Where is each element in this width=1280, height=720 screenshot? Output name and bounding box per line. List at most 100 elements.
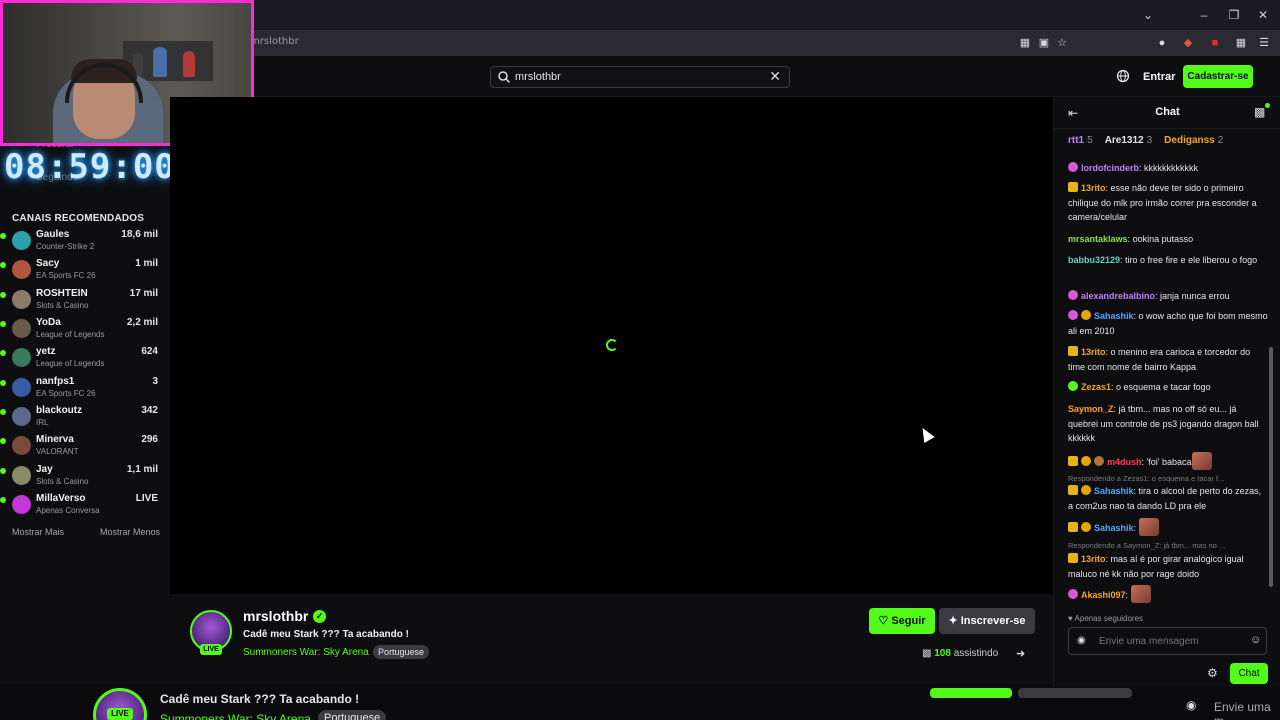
menu-icon[interactable]: ☰ <box>1256 35 1272 51</box>
verified-icon: ✓ <box>313 610 326 623</box>
extensions-puzzle-icon[interactable]: ▦ <box>1233 35 1249 51</box>
chat-message[interactable]: m4dush: 'foi' babaca <box>1068 452 1268 470</box>
channel-category: League of Legends <box>36 359 105 368</box>
account-icon[interactable]: ● <box>1154 35 1170 51</box>
chat-header: ⇤ Chat ▩ <box>1054 97 1280 129</box>
chat-username[interactable]: Zezas1 <box>1081 382 1111 392</box>
ghost-subscribe-button <box>1018 688 1132 698</box>
extension-shield-icon[interactable]: ■ <box>1207 35 1223 51</box>
chat-username[interactable]: Sahashik <box>1094 523 1134 533</box>
restore-icon[interactable]: ❐ <box>1226 7 1242 23</box>
globe-icon[interactable] <box>1116 69 1130 83</box>
follow-button[interactable]: ♡ Seguir <box>869 608 935 634</box>
sidebar-channel-item[interactable]: blackoutz IRL 342 <box>0 403 170 432</box>
gifter-entry[interactable]: Are1312 3 <box>1105 135 1158 146</box>
user-badge-icon <box>1068 162 1078 172</box>
chevron-down-icon[interactable]: ⌄ <box>1140 7 1156 23</box>
reader-icon[interactable]: ▣ <box>1036 35 1052 51</box>
channel-category: EA Sports FC 26 <box>36 271 96 280</box>
show-more-link[interactable]: Mostrar Mais <box>12 527 64 537</box>
chat-input-box[interactable]: ◉ ☺ <box>1068 627 1267 655</box>
chat-username[interactable]: 13rito <box>1081 347 1106 357</box>
stream-title: Cadê meu Stark ??? Ta acabando ! <box>243 629 409 640</box>
chat-username[interactable]: m4dush <box>1107 457 1142 467</box>
chat-message[interactable]: babbu32129: tiro o free fire e ele liber… <box>1068 253 1268 268</box>
gifter-entry[interactable]: rtt1 5 <box>1068 135 1099 146</box>
recommended-channels-title: CANAIS RECOMENDADOS <box>12 213 145 224</box>
chat-message-input[interactable] <box>1099 634 1239 648</box>
gifter-name: Are1312 <box>1104 135 1144 146</box>
channel-category: Counter-Strike 2 <box>36 242 95 251</box>
chat-username[interactable]: alexandrebalbino <box>1081 291 1155 301</box>
sidebar-channel-item[interactable]: yetz League of Legends 624 <box>0 344 170 373</box>
chat-username[interactable]: lordofcinderb <box>1081 163 1139 173</box>
chat-message[interactable]: lordofcinderb: kkkkkkkkkkkk <box>1068 161 1268 176</box>
chat-username[interactable]: 13rito <box>1081 183 1106 193</box>
close-icon[interactable]: ✕ <box>1255 7 1271 23</box>
bookmark-star-icon[interactable]: ☆ <box>1054 35 1070 51</box>
chat-users-icon[interactable]: ▩ <box>1254 105 1265 119</box>
chat-username[interactable]: Sahashik <box>1094 311 1134 321</box>
minimize-icon[interactable]: – <box>1196 7 1212 23</box>
channel-viewer-count: LIVE <box>135 493 158 504</box>
chat-username[interactable]: babbu32129 <box>1068 255 1120 265</box>
language-tag[interactable]: Portuguese <box>373 645 430 659</box>
extension-fox-icon[interactable]: ◆ <box>1180 35 1196 51</box>
channel-name: yetz <box>36 346 56 357</box>
subscribe-label: Inscrever-se <box>960 615 1026 627</box>
viewer-number: 108 <box>934 648 951 659</box>
emoji-icon[interactable]: ☺ <box>1250 634 1261 646</box>
signup-button[interactable]: Cadastrar-se <box>1183 65 1253 88</box>
sidebar-channel-item[interactable]: Gaules Counter-Strike 2 18,6 mil <box>0 227 170 256</box>
search-input[interactable] <box>515 69 755 85</box>
chat-message[interactable]: Akashi097: <box>1068 585 1268 603</box>
chat-message[interactable]: Saymon_Z: já tbm... mas no off só eu... … <box>1068 402 1268 446</box>
chat-text: kkkkkkkkkkkk <box>1144 163 1199 173</box>
chat-settings-gear-icon[interactable]: ⚙ <box>1207 666 1218 680</box>
url-text[interactable]: mrslothbr <box>250 36 299 47</box>
chat-message[interactable]: Sahashik: o wow acho que foi bom mesmo a… <box>1068 309 1268 338</box>
chat-username[interactable]: mrsantaklaws <box>1068 234 1128 244</box>
chat-send-button[interactable]: Chat <box>1230 663 1268 684</box>
chat-message[interactable]: 13rito: o menino era carioca e torcedor … <box>1068 345 1268 374</box>
chat-message[interactable]: Zezas1: o esquema e tacar fogo <box>1068 380 1268 395</box>
chat-message[interactable]: 13rito: mas aí é por girar analógico igu… <box>1068 552 1268 581</box>
sidebar-channel-item[interactable]: YoDa League of Legends 2,2 mil <box>0 315 170 344</box>
gifter-entry[interactable]: Dediganss 2 <box>1164 135 1229 146</box>
show-less-link[interactable]: Mostrar Menos <box>100 527 160 537</box>
chat-message[interactable]: Sahashik: <box>1068 518 1268 536</box>
sidebar-channel-item[interactable]: ROSHTEIN Slots & Casino 17 mil <box>0 286 170 315</box>
viewers-icon: ▩ <box>922 648 932 659</box>
screenshot-icon[interactable]: ▦ <box>1017 35 1033 51</box>
clear-search-icon[interactable]: ✕ <box>769 68 781 85</box>
channel-name[interactable]: mrslothbr <box>243 608 308 624</box>
live-dot-icon <box>0 233 6 239</box>
stream-category-link[interactable]: Summoners War: Sky Arena <box>243 647 369 658</box>
video-player[interactable] <box>170 97 1053 594</box>
chat-message[interactable]: 13rito: esse não deve ter sido o primeir… <box>1068 181 1268 225</box>
chat-username[interactable]: Saymon_Z <box>1068 404 1114 414</box>
share-icon[interactable]: ➜ <box>1016 647 1025 660</box>
sidebar-channel-item[interactable]: nanfps1 EA Sports FC 26 3 <box>0 374 170 403</box>
chat-scrollbar[interactable] <box>1269 347 1273 587</box>
chat-username[interactable]: 13rito <box>1081 554 1106 564</box>
chat-separator: : <box>1133 523 1139 533</box>
chat-username[interactable]: Sahashik <box>1094 486 1134 496</box>
sidebar-channel-item[interactable]: Sacy EA Sports FC 26 1 mil <box>0 256 170 285</box>
chat-message[interactable]: Sahashik: tira o alcool de perto do zeza… <box>1068 484 1268 513</box>
sidebar-channel-item[interactable]: Minerva VALORANT 296 <box>0 432 170 461</box>
loading-spinner-icon <box>606 339 618 351</box>
chat-username[interactable]: Akashi097 <box>1081 590 1126 600</box>
live-dot-icon <box>0 350 6 356</box>
chat-message[interactable]: mrsantaklaws: ookina putasso <box>1068 232 1268 247</box>
login-button[interactable]: Entrar <box>1143 71 1175 83</box>
live-dot-icon <box>0 321 6 327</box>
sidebar-channel-item[interactable]: MillaVerso Apenas Conversa LIVE <box>0 491 170 520</box>
gifter-name: Dediganss <box>1164 135 1215 146</box>
heart-icon: ♡ <box>878 615 889 627</box>
subscribe-button[interactable]: ✦ Inscrever-se <box>939 608 1035 634</box>
sidebar-channel-item[interactable]: Jay Slots & Casino 1,1 mil <box>0 462 170 491</box>
chat-message[interactable]: alexandrebalbino: janja nunca errou <box>1068 289 1268 304</box>
chat-text: 'foi' babaca <box>1146 457 1192 467</box>
search-box[interactable]: ✕ <box>490 66 790 88</box>
